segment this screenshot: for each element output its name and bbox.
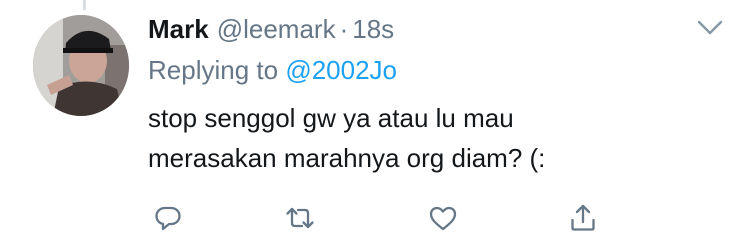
separator-dot: ·	[339, 14, 349, 44]
tweet-text-line: stop senggol gw ya atau lu mau	[148, 103, 514, 133]
replying-to-link[interactable]: @2002Jo	[285, 55, 397, 85]
share-icon	[571, 204, 595, 231]
like-button[interactable]	[428, 203, 458, 233]
avatar[interactable]	[33, 15, 129, 116]
retweet-button[interactable]	[285, 203, 315, 233]
thread-connector-line	[83, 0, 86, 10]
display-name[interactable]: Mark	[148, 14, 209, 45]
heart-icon	[429, 206, 457, 231]
tweet-header: Mark @leemark · 18s	[148, 14, 394, 48]
reply-button[interactable]	[153, 203, 183, 233]
timestamp[interactable]: 18s	[352, 14, 394, 45]
replying-to: Replying to @2002Jo	[148, 55, 397, 86]
avatar-photo	[33, 15, 129, 116]
reply-icon	[155, 206, 181, 231]
replying-to-label: Replying to	[148, 55, 279, 85]
share-button[interactable]	[568, 203, 598, 233]
tweet-text-line: merasakan marahnya org diam? (:	[148, 143, 546, 173]
retweet-icon	[286, 207, 314, 229]
chevron-down-icon[interactable]	[696, 18, 724, 38]
action-bar	[0, 204, 750, 248]
tweet-text: stop senggol gw ya atau lu mau merasakan…	[148, 98, 708, 178]
user-handle[interactable]: @leemark	[217, 14, 336, 45]
